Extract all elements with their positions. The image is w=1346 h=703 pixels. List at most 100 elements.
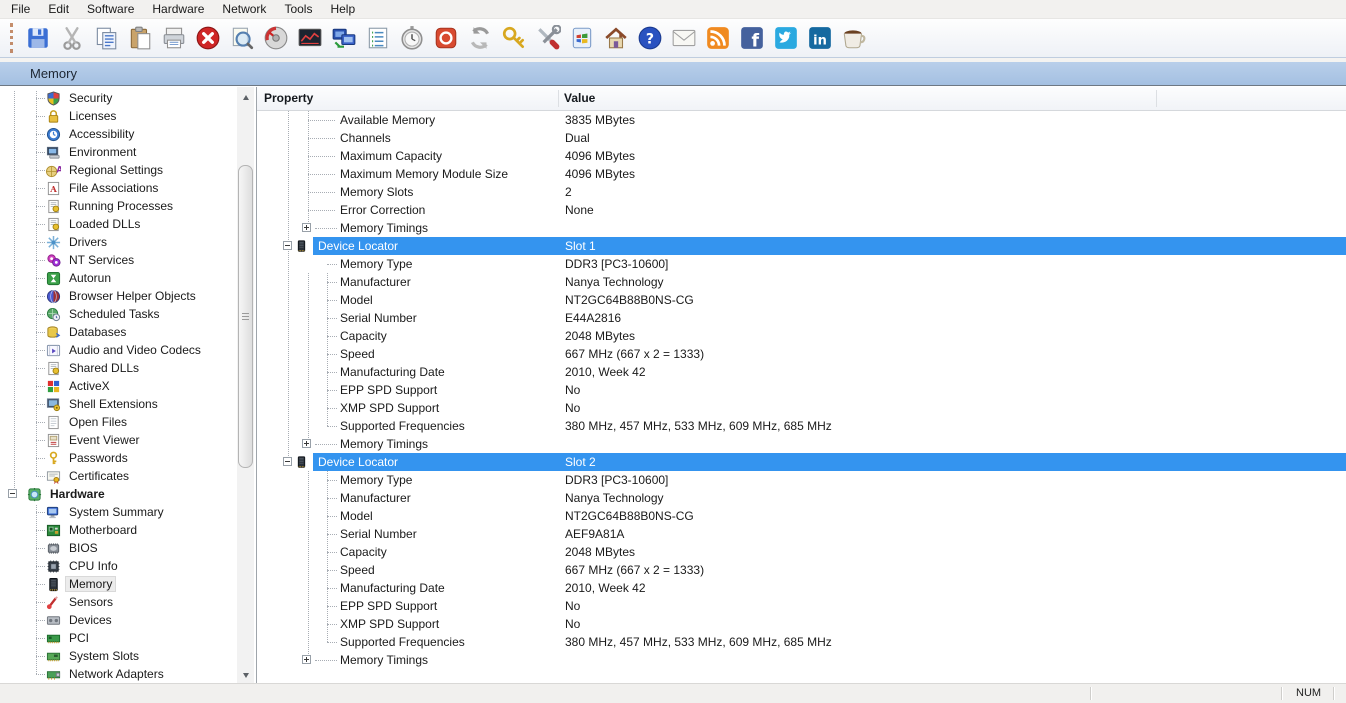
property-row[interactable]: Memory Slots2 [257,183,1346,201]
column-divider[interactable] [1156,90,1157,107]
property-row[interactable]: Maximum Capacity4096 MBytes [257,147,1346,165]
cancel-button[interactable] [191,21,225,55]
menu-item-software[interactable]: Software [78,0,143,18]
help-button[interactable]: ? [633,21,667,55]
property-row[interactable]: Error CorrectionNone [257,201,1346,219]
network-computers-button[interactable] [327,21,361,55]
facebook-button[interactable]: f [735,21,769,55]
scrollbar-down-button[interactable] [237,667,254,683]
databases-icon [46,325,61,340]
property-row[interactable]: XMP SPD SupportNo [257,399,1346,417]
collapse-toggle-icon[interactable] [283,457,292,466]
property-cell: Memory Timings [340,221,428,235]
property-row[interactable]: Capacity2048 MBytes [257,327,1346,345]
property-row[interactable]: Supported Frequencies380 MHz, 457 MHz, 5… [257,633,1346,651]
scrollbar-up-button[interactable] [237,89,254,105]
windows-update-button[interactable] [565,21,599,55]
menu-item-edit[interactable]: Edit [39,0,78,18]
rss-icon [705,25,731,51]
property-row[interactable]: ChannelsDual [257,129,1346,147]
menu-item-tools[interactable]: Tools [275,0,321,18]
property-row[interactable]: Memory TypeDDR3 [PC3-10600] [257,471,1346,489]
sidebar-scrollbar[interactable] [237,87,254,683]
save-icon [25,25,51,51]
twitter-button[interactable] [769,21,803,55]
property-row[interactable]: ModelNT2GC64B88B0NS-CG [257,291,1346,309]
value-cell: No [565,599,580,613]
sidebar-item-label: Certificates [66,469,132,483]
property-row[interactable]: ModelNT2GC64B88B0NS-CG [257,507,1346,525]
toolbar-grip-handle[interactable] [10,23,15,53]
property-row[interactable]: Maximum Memory Module Size4096 MBytes [257,165,1346,183]
sidebar-item-hardware[interactable]: Hardware [0,485,236,503]
property-row[interactable]: Memory Timings [257,435,1346,453]
refresh-button[interactable] [463,21,497,55]
sidebar-item-label: Loaded DLLs [66,217,143,231]
stopwatch-button[interactable] [395,21,429,55]
property-row[interactable]: EPP SPD SupportNo [257,381,1346,399]
sidebar-item-label: Shell Extensions [66,397,161,411]
property-row[interactable]: Speed667 MHz (667 x 2 = 1333) [257,345,1346,363]
property-row[interactable]: Supported Frequencies380 MHz, 457 MHz, 5… [257,417,1346,435]
coffee-button[interactable] [837,21,871,55]
collapse-toggle-icon[interactable] [8,489,17,498]
property-row[interactable]: Available Memory3835 MBytes [257,111,1346,129]
menu-bar: FileEditSoftwareHardwareNetworkToolsHelp [0,0,1346,19]
value-cell: 4096 MBytes [565,149,635,163]
linkedin-button[interactable]: in [803,21,837,55]
scrollbar-thumb[interactable] [238,165,253,468]
monitor-graph-button[interactable] [293,21,327,55]
expand-toggle-icon[interactable] [302,439,311,448]
rss-button[interactable] [701,21,735,55]
property-row[interactable]: Speed667 MHz (667 x 2 = 1333) [257,561,1346,579]
property-row[interactable]: Serial NumberE44A2816 [257,309,1346,327]
menu-item-network[interactable]: Network [213,0,275,18]
license-key-button[interactable] [497,21,531,55]
save-button[interactable] [21,21,55,55]
status-divider [1281,687,1282,700]
home-button[interactable] [599,21,633,55]
scroll-down-icon [243,673,249,678]
list-connector-line [327,471,328,642]
property-row[interactable]: Memory Timings [257,651,1346,669]
device-locator-row[interactable]: Device LocatorSlot 2 [257,453,1346,471]
menu-item-hardware[interactable]: Hardware [143,0,213,18]
shared-dlls-icon [46,361,61,376]
value-cell: None [565,203,594,217]
property-row[interactable]: ManufacturerNanya Technology [257,489,1346,507]
collapse-toggle-icon[interactable] [283,241,292,250]
tools-button[interactable] [531,21,565,55]
paste-button[interactable] [123,21,157,55]
property-row[interactable]: XMP SPD SupportNo [257,615,1346,633]
gauge-button[interactable] [259,21,293,55]
copy-button[interactable] [89,21,123,55]
licenses-icon [46,109,61,124]
shutdown-button[interactable] [429,21,463,55]
property-cell: Channels [340,131,391,145]
property-row[interactable]: EPP SPD SupportNo [257,597,1346,615]
print-button[interactable] [157,21,191,55]
property-row[interactable]: Capacity2048 MBytes [257,543,1346,561]
device-locator-row[interactable]: Device LocatorSlot 1 [257,237,1346,255]
svg-text:f: f [751,32,759,51]
preview-button[interactable] [225,21,259,55]
column-divider[interactable] [558,90,559,107]
expand-toggle-icon[interactable] [302,223,311,232]
sidebar-item-label: Accessibility [66,127,137,141]
value-cell: NT2GC64B88B0NS-CG [565,293,694,307]
column-header-value[interactable]: Value [564,91,595,105]
column-header-property[interactable]: Property [264,91,313,105]
property-row[interactable]: Memory TypeDDR3 [PC3-10600] [257,255,1346,273]
menu-item-file[interactable]: File [2,0,39,18]
audio-and-video-codecs-icon [46,343,61,358]
property-row[interactable]: Serial NumberAEF9A81A [257,525,1346,543]
menu-item-help[interactable]: Help [321,0,364,18]
property-row[interactable]: Manufacturing Date2010, Week 42 [257,579,1346,597]
expand-toggle-icon[interactable] [302,655,311,664]
cut-button[interactable] [55,21,89,55]
property-row[interactable]: Manufacturing Date2010, Week 42 [257,363,1346,381]
property-row[interactable]: ManufacturerNanya Technology [257,273,1346,291]
property-row[interactable]: Memory Timings [257,219,1346,237]
report-list-button[interactable] [361,21,395,55]
email-button[interactable] [667,21,701,55]
